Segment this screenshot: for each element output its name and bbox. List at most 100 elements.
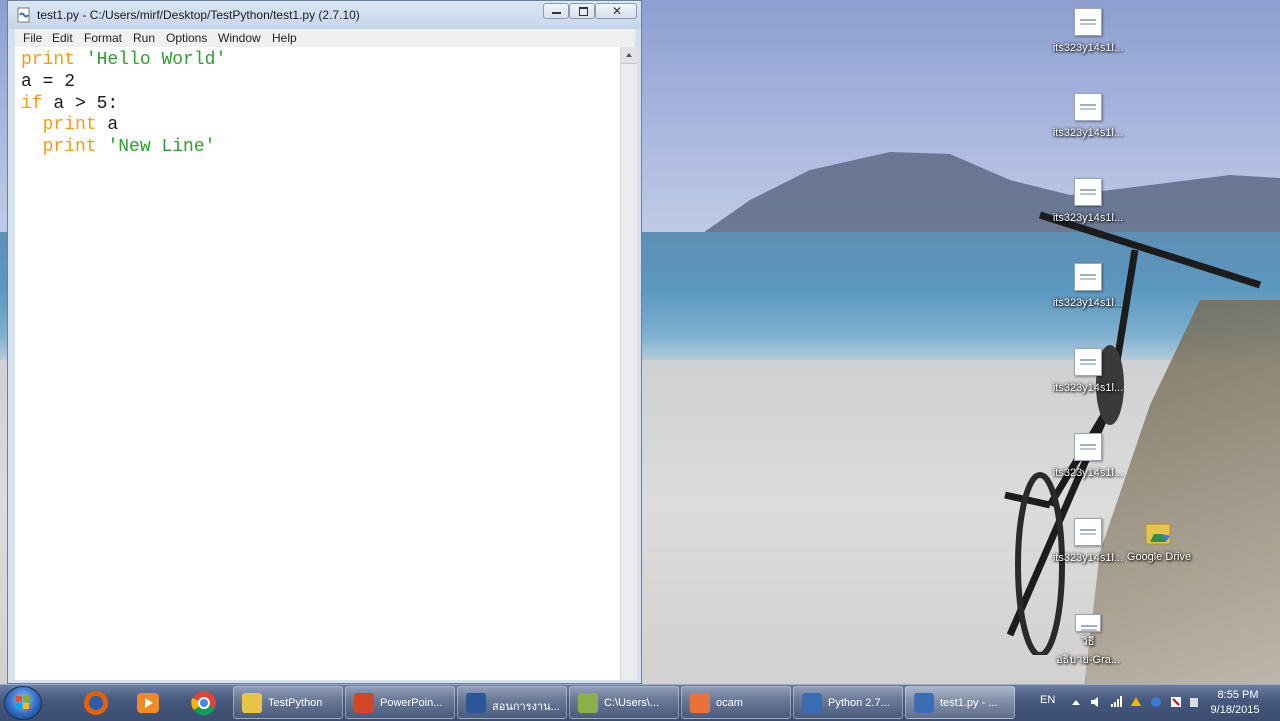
menu-format[interactable]: Format <box>84 31 122 45</box>
desktop-icon-label: its323y14s1l... <box>1052 42 1124 54</box>
desktop-icon-label: its323y14s1l... <box>1052 212 1124 224</box>
desktop-icon-label: its323y14s1l... <box>1052 467 1124 479</box>
firefox-pinned[interactable] <box>74 688 118 718</box>
desktop-file-icon[interactable]: its323y14s1l... <box>1048 93 1128 139</box>
drive-sync-icon[interactable] <box>1130 696 1142 708</box>
terminal-icon <box>578 693 598 713</box>
restore-button[interactable] <box>569 3 595 19</box>
close-icon: ✕ <box>612 4 623 18</box>
start-button[interactable] <box>4 686 42 720</box>
word-icon <box>466 693 486 713</box>
code-editor[interactable]: print 'Hello World' a = 2 if a > 5: prin… <box>15 47 620 680</box>
string-literal: 'New Line' <box>107 137 216 157</box>
keyword: if <box>21 94 43 114</box>
desktop-file-icon[interactable]: its323y14s1l... <box>1048 433 1128 479</box>
taskbar-item-label: TestPython <box>268 697 323 709</box>
desktop-file-icon[interactable]: its323y14s1l... <box>1048 263 1128 309</box>
network-icon[interactable] <box>1110 696 1122 708</box>
action-center-icon[interactable] <box>1170 696 1182 708</box>
media-player-pinned[interactable] <box>126 688 170 718</box>
document-icon <box>1074 518 1102 546</box>
code-text: a <box>96 115 119 135</box>
power-icon[interactable] <box>1188 696 1200 708</box>
firefox-icon <box>84 691 108 715</box>
code-line: print 'Hello World' <box>21 49 226 71</box>
desktop-file-icon[interactable]: its323y14s1l... <box>1048 178 1128 224</box>
python-icon <box>914 693 934 713</box>
menu-options[interactable]: Options <box>166 31 207 45</box>
vertical-scrollbar[interactable] <box>620 47 637 680</box>
taskbar-item-label: PowerPoin... <box>380 697 443 709</box>
taskbar-item-label: test1.py - ... <box>940 697 998 709</box>
folder-icon <box>242 693 262 713</box>
idle-editor-window: test1.py - C:/Users/mirf/Desktop/TestPyt… <box>7 0 642 684</box>
menu-help[interactable]: Help <box>272 31 297 45</box>
desktop-file-icon[interactable]: its323y14s1l... <box>1048 518 1128 564</box>
chrome-pinned[interactable] <box>182 688 226 718</box>
document-icon <box>1074 8 1102 36</box>
google-drive-shortcut[interactable]: Google Drive <box>1119 518 1199 563</box>
code-line: print a <box>21 114 119 136</box>
menu-run[interactable]: Run <box>133 31 155 45</box>
code-line: print 'New Line' <box>21 136 216 158</box>
code-text: a = 2 <box>21 72 76 92</box>
taskbar: TestPython PowerPoin... สอนการงาน... C:\… <box>0 684 1280 721</box>
keyword: print <box>42 115 97 135</box>
desktop-icon-label: its323y14s1l... <box>1052 552 1124 564</box>
windows-logo-icon <box>16 696 29 709</box>
python-icon <box>802 693 822 713</box>
document-icon <box>1075 614 1101 632</box>
desktop-file-icon[interactable]: its323y14s1l... <box>1048 8 1128 54</box>
taskbar-item-ocam[interactable]: ocam <box>681 686 791 719</box>
window-title: test1.py - C:/Users/mirf/Desktop/TestPyt… <box>37 8 360 22</box>
desktop-icon-label: Google Drive <box>1126 551 1192 563</box>
menu-window[interactable]: Window <box>218 31 261 45</box>
system-tray: EN 8:55 PM 9/18/2015 <box>1030 685 1280 721</box>
chevron-up-icon[interactable] <box>1070 696 1082 708</box>
taskbar-item-label: C:\Users\... <box>604 697 660 709</box>
google-drive-icon <box>1145 523 1171 545</box>
bluetooth-icon[interactable] <box>1150 696 1162 708</box>
taskbar-item-label: ocam <box>716 697 743 709</box>
desktop-icon-label: its323y14s1l... <box>1052 297 1124 309</box>
taskbar-item-test1[interactable]: test1.py - ... <box>905 686 1015 719</box>
keyword: print <box>21 50 76 70</box>
code-text: a > 5: <box>42 94 119 114</box>
powerpoint-icon <box>354 693 374 713</box>
taskbar-item-word[interactable]: สอนการงาน... <box>457 686 567 719</box>
taskbar-item-testpython[interactable]: TestPython <box>233 686 343 719</box>
code-line: if a > 5: <box>21 93 118 115</box>
close-button[interactable]: ✕ <box>595 3 637 19</box>
desktop-icon-label: its323y14s1l... <box>1052 382 1124 394</box>
keyword: print <box>42 137 97 157</box>
taskbar-item-label: Python 2.7... <box>828 697 890 709</box>
desktop-icon-label: วิธี <box>1081 636 1095 648</box>
taskbar-item-cmd[interactable]: C:\Users\... <box>569 686 679 719</box>
bicycle-image <box>1004 211 1262 655</box>
document-icon <box>1074 433 1102 461</box>
clock-date[interactable]: 9/18/2015 <box>1202 704 1268 716</box>
string-literal: 'Hello World' <box>85 50 227 70</box>
desktop-icon-label: อธิบาย-Gra... <box>1055 654 1121 666</box>
taskbar-item-powerpoint[interactable]: PowerPoin... <box>345 686 455 719</box>
menu-bar: File Edit Format Run Options Window Help <box>15 29 635 48</box>
scroll-up-button[interactable] <box>621 47 637 64</box>
desktop-file-icon[interactable]: วิธี อธิบาย-Gra... <box>1048 614 1128 668</box>
desktop-file-icon[interactable]: its323y14s1l... <box>1048 348 1128 394</box>
menu-edit[interactable]: Edit <box>52 31 73 45</box>
code-line: a = 2 <box>21 71 75 93</box>
chevron-up-icon <box>626 53 632 57</box>
menu-file[interactable]: File <box>23 31 42 45</box>
media-player-icon <box>137 693 159 713</box>
taskbar-item-python-shell[interactable]: Python 2.7... <box>793 686 903 719</box>
document-icon <box>1074 93 1102 121</box>
window-titlebar[interactable]: test1.py - C:/Users/mirf/Desktop/TestPyt… <box>8 1 641 29</box>
document-icon <box>1074 348 1102 376</box>
document-icon <box>1074 178 1102 206</box>
minimize-button[interactable] <box>543 3 569 19</box>
restore-icon <box>579 7 588 16</box>
language-indicator[interactable]: EN <box>1040 694 1055 706</box>
volume-icon[interactable] <box>1090 696 1102 708</box>
desktop-icon-label: its323y14s1l... <box>1052 127 1124 139</box>
clock-time[interactable]: 8:55 PM <box>1208 689 1268 701</box>
